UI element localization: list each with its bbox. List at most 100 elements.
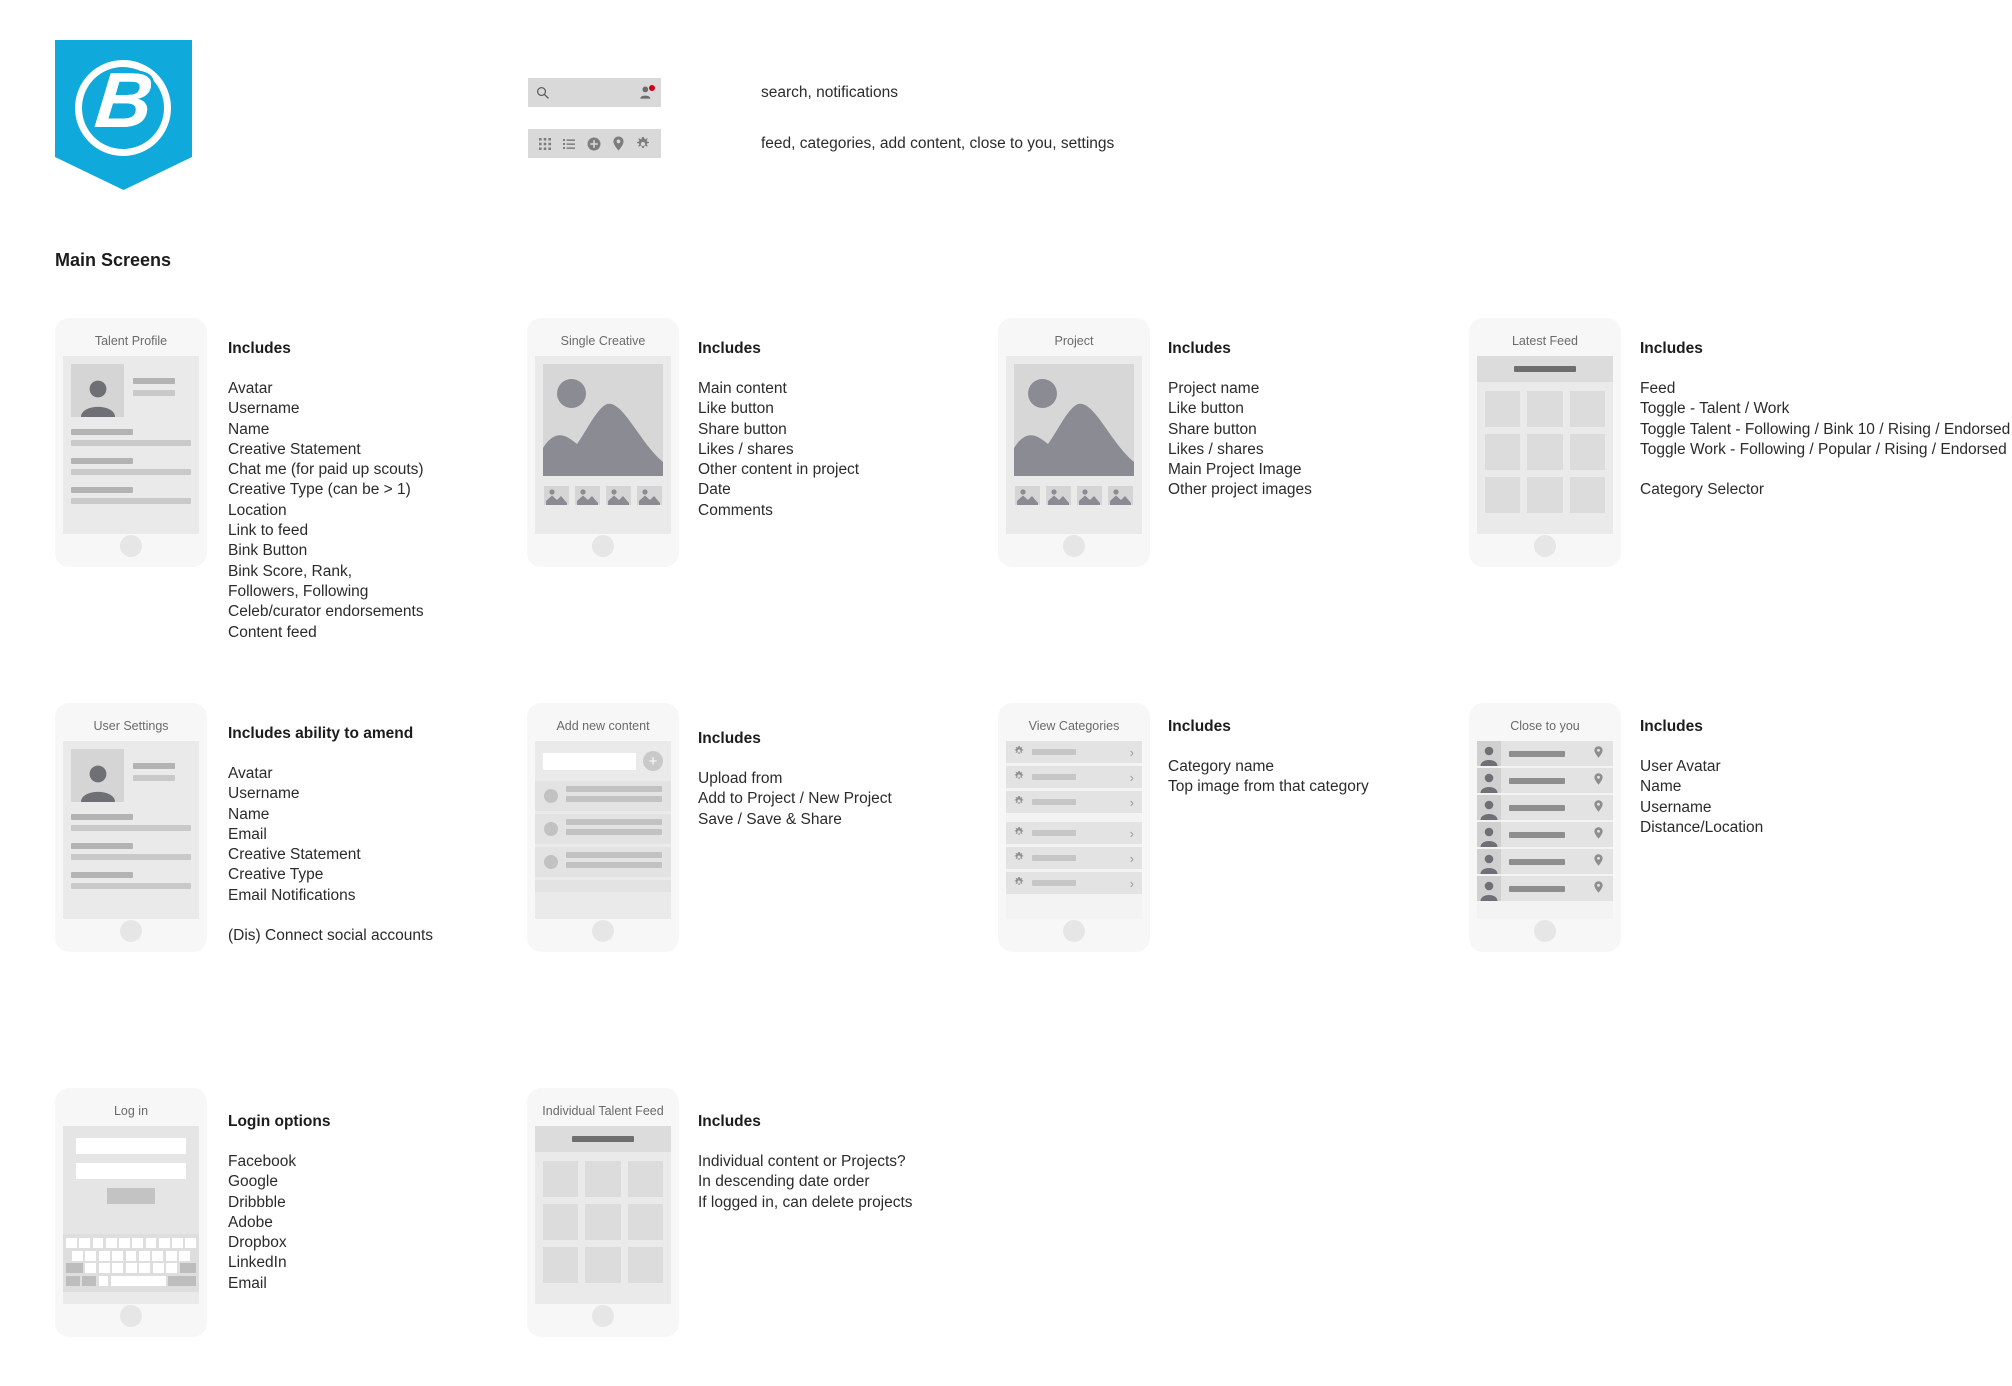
person-notification-icon[interactable] bbox=[639, 85, 655, 99]
feed-cell[interactable] bbox=[1485, 391, 1521, 427]
settings-field-block[interactable] bbox=[71, 872, 191, 889]
nav-bar[interactable] bbox=[528, 129, 661, 158]
phone-screen[interactable]: › › › › › › bbox=[1006, 741, 1142, 919]
feed-cell[interactable] bbox=[1569, 434, 1605, 470]
keyboard-row[interactable] bbox=[66, 1275, 197, 1286]
space-key[interactable] bbox=[110, 1275, 166, 1286]
feed-cell[interactable] bbox=[1569, 391, 1605, 427]
key[interactable] bbox=[125, 1263, 137, 1273]
feed-cell[interactable] bbox=[585, 1247, 621, 1283]
phone-screen[interactable] bbox=[63, 741, 199, 919]
backspace-key[interactable] bbox=[179, 1263, 196, 1273]
home-button[interactable] bbox=[120, 920, 142, 942]
phone-mockup-individual-talent-feed[interactable]: Individual Talent Feed bbox=[527, 1088, 679, 1337]
category-row[interactable]: › bbox=[1006, 766, 1142, 788]
grid-icon[interactable] bbox=[539, 137, 551, 150]
thumbnail-strip[interactable] bbox=[535, 486, 671, 505]
feed-cell[interactable] bbox=[543, 1204, 579, 1240]
login-form[interactable] bbox=[63, 1126, 199, 1234]
home-button[interactable] bbox=[592, 535, 614, 557]
content-list-row[interactable] bbox=[535, 781, 671, 811]
password-field[interactable] bbox=[76, 1163, 186, 1179]
keyboard-row[interactable] bbox=[66, 1250, 196, 1261]
key[interactable] bbox=[119, 1238, 130, 1248]
thumbnail-image-icon[interactable] bbox=[1108, 486, 1133, 505]
nearby-user-row[interactable] bbox=[1477, 795, 1613, 820]
key[interactable] bbox=[179, 1250, 191, 1261]
feed-toggle-header[interactable] bbox=[535, 1126, 671, 1152]
settings-field-block[interactable] bbox=[71, 814, 191, 831]
key[interactable] bbox=[72, 1250, 83, 1261]
phone-mockup-talent-profile[interactable]: Talent Profile bbox=[55, 318, 207, 567]
settings-field-block[interactable] bbox=[71, 843, 191, 860]
phone-screen[interactable] bbox=[1477, 741, 1613, 919]
thumbnail-image-icon[interactable] bbox=[1077, 486, 1102, 505]
nearby-user-row[interactable] bbox=[1477, 849, 1613, 874]
thumbnail-image-icon[interactable] bbox=[575, 486, 600, 505]
home-button[interactable] bbox=[1534, 535, 1556, 557]
key[interactable] bbox=[158, 1238, 170, 1248]
phone-mockup-view-categories[interactable]: View Categories › › › › › › bbox=[998, 703, 1150, 952]
nearby-user-row[interactable] bbox=[1477, 741, 1613, 766]
feed-cell[interactable] bbox=[543, 1247, 579, 1283]
feed-cell[interactable] bbox=[1527, 434, 1563, 470]
thumbnail-image-icon[interactable] bbox=[1046, 486, 1071, 505]
category-row[interactable]: › bbox=[1006, 872, 1142, 894]
add-plus-button[interactable]: + bbox=[643, 751, 663, 771]
key[interactable] bbox=[139, 1263, 150, 1273]
key[interactable] bbox=[105, 1238, 117, 1248]
key[interactable] bbox=[166, 1263, 177, 1273]
thumbnail-image-icon[interactable] bbox=[606, 486, 631, 505]
nearby-user-row[interactable] bbox=[1477, 768, 1613, 793]
username-field[interactable] bbox=[76, 1138, 186, 1154]
numbers-key[interactable] bbox=[66, 1275, 80, 1286]
thumbnail-strip[interactable] bbox=[1006, 486, 1142, 505]
nearby-user-row[interactable] bbox=[1477, 822, 1613, 847]
key[interactable] bbox=[92, 1238, 104, 1248]
home-button[interactable] bbox=[120, 535, 142, 557]
feed-cell[interactable] bbox=[1569, 477, 1605, 513]
key[interactable] bbox=[98, 1275, 109, 1286]
keyboard-row[interactable] bbox=[66, 1263, 196, 1273]
feed-cell[interactable] bbox=[1527, 477, 1563, 513]
key[interactable] bbox=[98, 1263, 110, 1273]
key[interactable] bbox=[185, 1238, 196, 1248]
gear-icon[interactable] bbox=[636, 136, 650, 151]
category-row[interactable]: › bbox=[1006, 847, 1142, 869]
feed-grid[interactable] bbox=[535, 1152, 671, 1292]
feed-cell[interactable] bbox=[585, 1161, 621, 1197]
key[interactable] bbox=[125, 1250, 137, 1261]
search-icon[interactable] bbox=[536, 86, 549, 99]
key[interactable] bbox=[112, 1263, 123, 1273]
feed-cell[interactable] bbox=[543, 1161, 579, 1197]
thumbnail-image-icon[interactable] bbox=[1015, 486, 1040, 505]
plus-circle-icon[interactable] bbox=[587, 137, 601, 151]
key[interactable] bbox=[165, 1250, 177, 1261]
home-button[interactable] bbox=[592, 1305, 614, 1327]
key[interactable] bbox=[79, 1238, 90, 1248]
thumbnail-image-icon[interactable] bbox=[637, 486, 662, 505]
location-pin-icon[interactable] bbox=[613, 136, 624, 151]
phone-mockup-close-to-you[interactable]: Close to you bbox=[1469, 703, 1621, 952]
category-row[interactable]: › bbox=[1006, 822, 1142, 844]
key[interactable] bbox=[112, 1250, 124, 1261]
key[interactable] bbox=[152, 1263, 164, 1273]
feed-cell[interactable] bbox=[627, 1247, 663, 1283]
phone-mockup-add-new-content[interactable]: Add new content + bbox=[527, 703, 679, 952]
feed-cell[interactable] bbox=[585, 1204, 621, 1240]
phone-mockup-project[interactable]: Project bbox=[998, 318, 1150, 567]
home-button[interactable] bbox=[592, 920, 614, 942]
category-row[interactable]: › bbox=[1006, 741, 1142, 763]
phone-screen[interactable] bbox=[535, 356, 671, 534]
key[interactable] bbox=[98, 1250, 110, 1261]
phone-mockup-log-in[interactable]: Log in bbox=[55, 1088, 207, 1337]
thumbnail-image-icon[interactable] bbox=[544, 486, 569, 505]
phone-screen[interactable] bbox=[63, 1126, 199, 1304]
login-submit-button[interactable] bbox=[107, 1188, 155, 1204]
home-button[interactable] bbox=[1063, 920, 1085, 942]
phone-mockup-latest-feed[interactable]: Latest Feed bbox=[1469, 318, 1621, 567]
feed-toggle-header[interactable] bbox=[1477, 356, 1613, 382]
phone-screen[interactable]: + bbox=[535, 741, 671, 919]
key[interactable] bbox=[152, 1250, 164, 1261]
phone-mockup-user-settings[interactable]: User Settings bbox=[55, 703, 207, 952]
